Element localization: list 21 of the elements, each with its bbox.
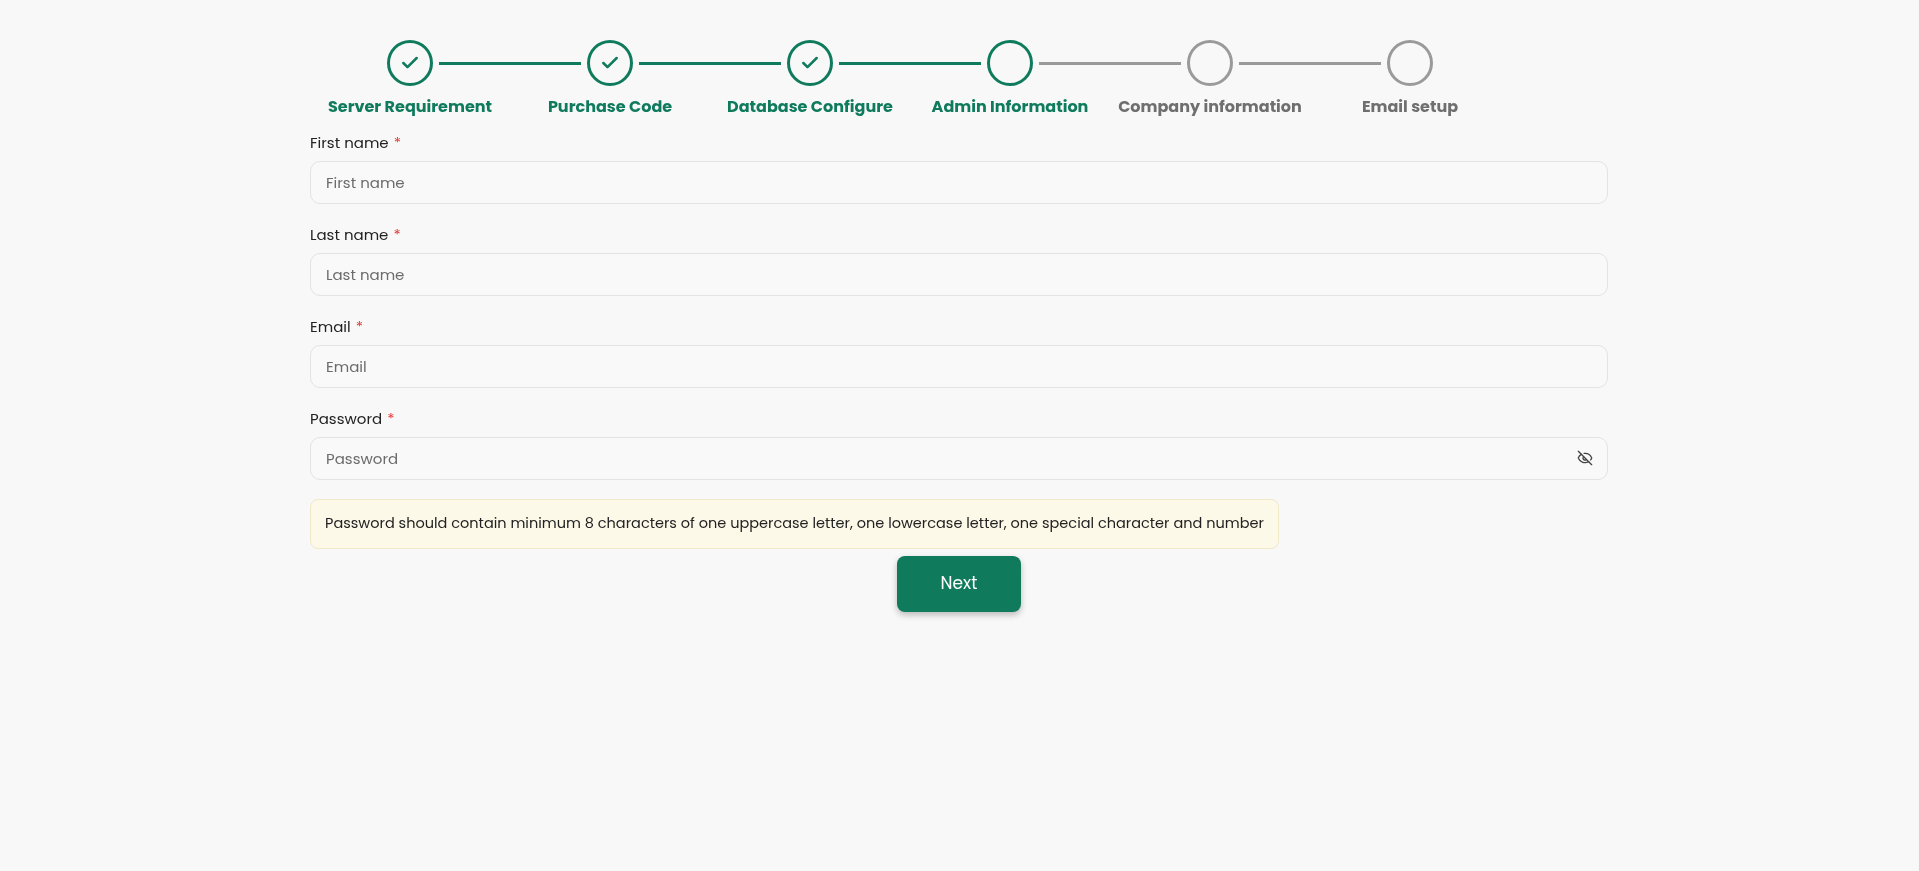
step-label: Company information xyxy=(1118,95,1302,119)
required-mark: * xyxy=(355,315,363,339)
field-label: Email xyxy=(310,315,351,339)
field-label: Password xyxy=(310,407,383,431)
next-button[interactable]: Next xyxy=(897,555,1021,612)
required-mark: * xyxy=(387,407,395,431)
input-field[interactable]: Last name xyxy=(310,253,1608,296)
input-field[interactable]: Email xyxy=(310,345,1608,388)
input-field[interactable]: First name xyxy=(310,161,1608,204)
step-label: Database Configure xyxy=(727,95,893,119)
field-label: Last name xyxy=(310,223,389,247)
required-mark: * xyxy=(393,223,401,247)
step-label: Purchase Code xyxy=(547,95,673,119)
step-label: Admin Information xyxy=(931,95,1089,119)
input-field[interactable]: Password xyxy=(310,437,1608,480)
field-label: First name xyxy=(310,131,389,155)
required-mark: * xyxy=(393,131,401,155)
step-label: Server Requirement xyxy=(327,95,493,119)
password-hint: Password should contain minimum 8 characters of one uppercase letter, one lowercase letter, one special character and number xyxy=(310,499,1279,549)
step-label: Email setup xyxy=(1361,95,1459,119)
hide-password-icon[interactable] xyxy=(1577,450,1593,466)
